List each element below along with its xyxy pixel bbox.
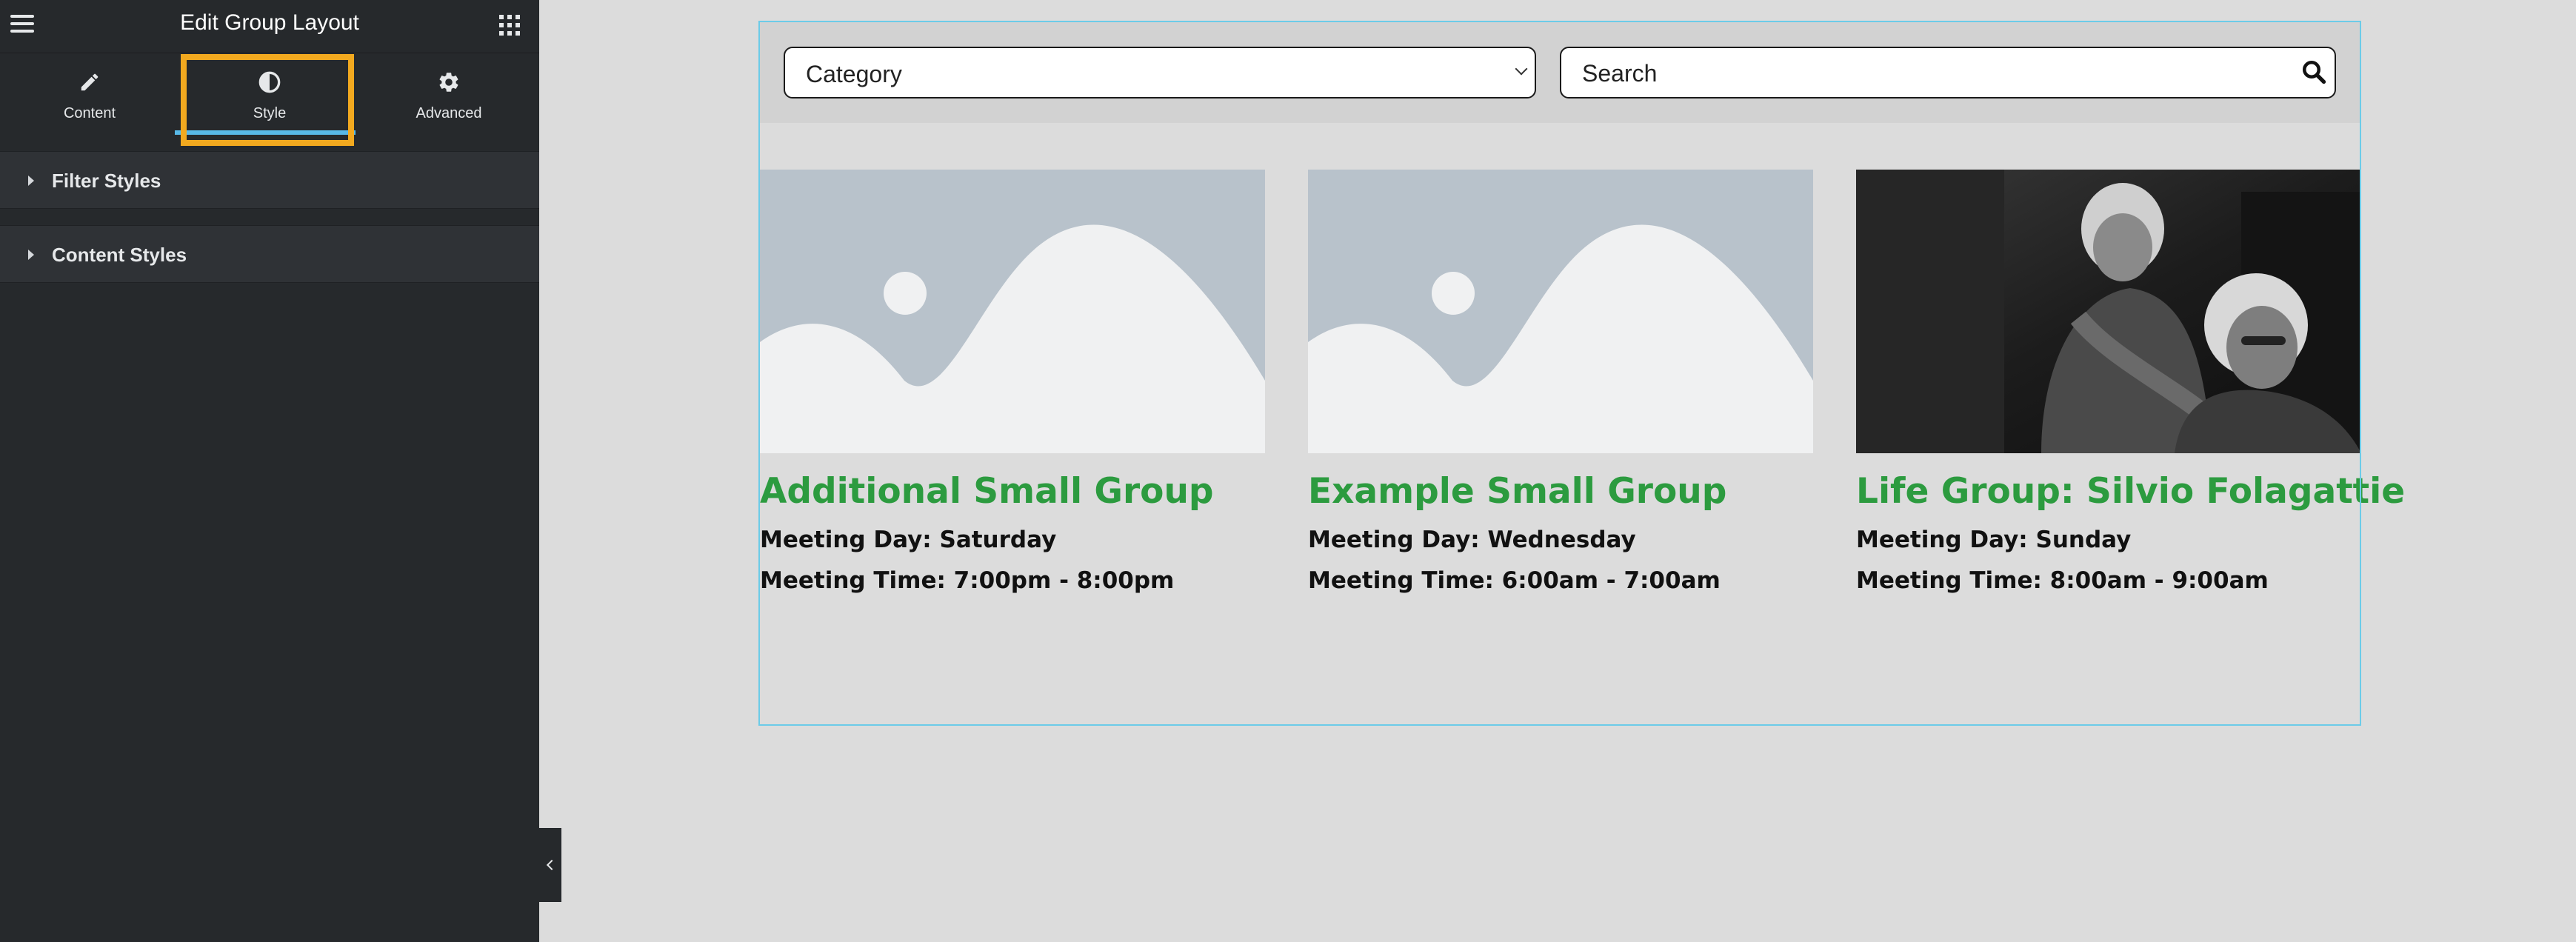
chevron-left-icon xyxy=(546,859,558,871)
tab-advanced-label: Advanced xyxy=(416,105,482,121)
collapse-panel-button[interactable] xyxy=(539,828,561,902)
editor-panel: Edit Group Layout Content Style Advanced xyxy=(0,0,539,942)
section-filter-styles[interactable]: Filter Styles xyxy=(0,151,539,209)
tab-style-label: Style xyxy=(253,105,287,121)
panel-tabs: Content Style Advanced xyxy=(0,53,539,136)
gear-icon xyxy=(359,70,538,95)
caret-right-icon xyxy=(28,176,34,186)
section-content-styles[interactable]: Content Styles xyxy=(0,225,539,283)
panel-header: Edit Group Layout xyxy=(0,0,539,53)
pencil-icon xyxy=(0,70,179,95)
panel-title: Edit Group Layout xyxy=(180,10,359,35)
tab-content[interactable]: Content xyxy=(0,53,179,136)
tab-advanced[interactable]: Advanced xyxy=(359,53,538,136)
tab-style[interactable]: Style xyxy=(180,53,359,136)
section-label: Content Styles xyxy=(52,244,187,266)
half-circle-icon xyxy=(180,70,359,95)
section-label: Filter Styles xyxy=(52,170,161,192)
tab-content-label: Content xyxy=(63,105,116,121)
caret-right-icon xyxy=(28,250,34,260)
active-tab-indicator xyxy=(175,130,356,135)
selected-widget-outline xyxy=(758,21,2361,726)
apps-grid-icon[interactable] xyxy=(499,15,520,36)
